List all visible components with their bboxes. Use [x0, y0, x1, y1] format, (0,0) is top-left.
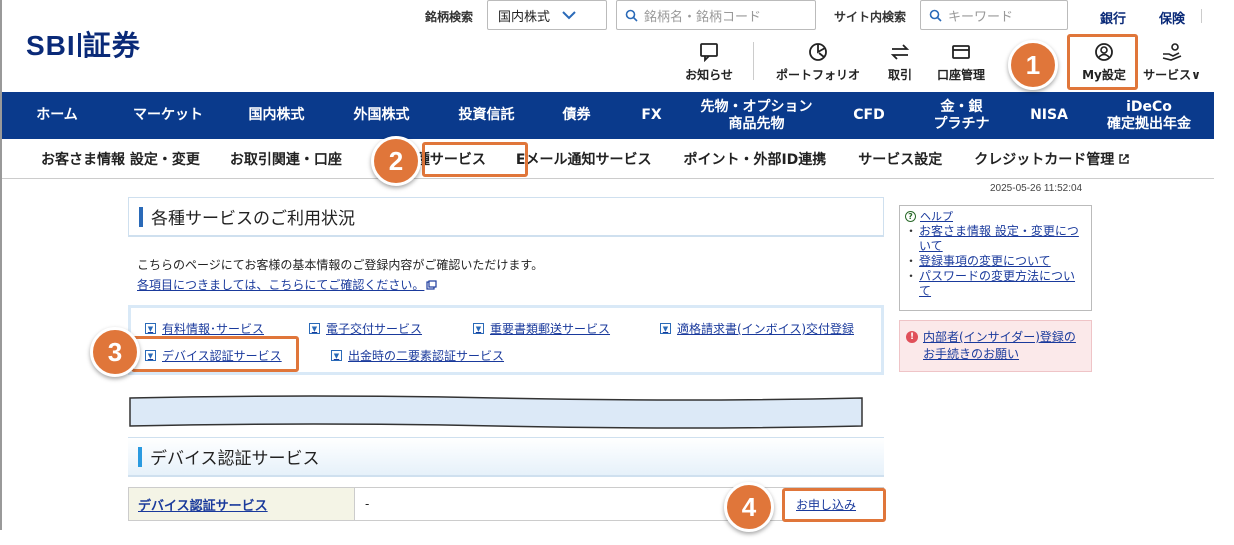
subnav-points-external-id[interactable]: ポイント・外部ID連携 — [683, 149, 826, 169]
section-header: デバイス認証サービス — [128, 437, 884, 477]
service-menu-label: サービス∨ — [1143, 68, 1201, 82]
down-arrow-icon: ▼ — [473, 323, 484, 334]
portfolio-label: ポートフォリオ — [775, 68, 860, 82]
subnav-credit-card[interactable]: クレジットカード管理 — [974, 149, 1130, 169]
nav-ideco[interactable]: iDeCo 確定拠出年金 — [1089, 92, 1209, 139]
chevron-down-icon — [562, 11, 576, 20]
popup-icon — [426, 280, 438, 290]
main-navigation: ホーム マーケット 国内株式 外国株式 投資信託 債券 FX 先物・オプション … — [2, 92, 1214, 139]
nav-foreign-stocks[interactable]: 外国株式 — [329, 92, 434, 139]
highlight-my-settings — [1067, 34, 1138, 90]
help-icon: ? — [905, 211, 916, 222]
portfolio-icon — [809, 43, 827, 61]
device-auth-label[interactable]: デバイス認証サービス — [138, 495, 268, 514]
stock-search-label: 銘柄検索 — [425, 10, 474, 24]
stock-search-input[interactable]: 銘柄名・銘柄コード — [616, 0, 816, 30]
down-arrow-icon: ▼ — [145, 323, 156, 334]
title-bar — [139, 206, 143, 227]
search-icon — [929, 9, 942, 22]
search-icon — [625, 9, 638, 22]
insider-notice[interactable]: ! 内部者(インサイダー)登録のお手続きのお願い — [899, 320, 1092, 372]
notice-button[interactable]: お知らせ — [681, 42, 737, 83]
help-box: ? ヘルプ ・お客さま情報 設定・変更について ・登録事項の変更について ・パスワ… — [899, 205, 1092, 311]
nav-fx[interactable]: FX — [614, 92, 689, 139]
section-bar — [138, 446, 142, 467]
subnav-service-settings[interactable]: サービス設定 — [858, 149, 942, 169]
description-link[interactable]: 各項目につきましては、こちらにてご確認ください。 — [137, 275, 543, 295]
account-label: 口座管理 — [936, 68, 985, 82]
page-title: 各種サービスのご利用状況 — [128, 197, 884, 237]
divider — [1201, 9, 1202, 23]
highlight-apply-link — [782, 488, 886, 522]
device-auth-value: - — [365, 497, 370, 511]
notice-label: お知らせ — [685, 68, 733, 82]
down-arrow-icon: ▼ — [331, 350, 342, 361]
notice-icon — [700, 43, 718, 62]
portfolio-button[interactable]: ポートフォリオ — [770, 42, 866, 83]
subnav-customer-info[interactable]: お客さま情報 設定・変更 — [41, 149, 200, 169]
stock-search-placeholder: 銘柄名・銘柄コード — [644, 9, 762, 25]
down-arrow-icon: ▼ — [660, 323, 671, 334]
service-icon — [1162, 43, 1182, 61]
site-search-placeholder: キーワード — [948, 9, 1014, 25]
help-title[interactable]: ? ヘルプ — [905, 209, 1086, 224]
step-badge-3: 3 — [90, 327, 140, 377]
nav-gold-silver[interactable]: 金・銀 プラチナ — [914, 92, 1009, 139]
subnav-trade-account[interactable]: お取引関連・口座 — [230, 149, 342, 169]
link-document-mail-service[interactable]: ▼ 重要書類郵送サービス — [473, 320, 610, 337]
description-text: こちらのページにてお客様の基本情報のご登録内容がご確認いただけます。 — [137, 258, 544, 272]
page-title-text: 各種サービスのご利用状況 — [151, 209, 355, 229]
highlight-services-tab — [422, 142, 528, 177]
description-link-text: 各項目につきましては、こちらにてご確認ください。 — [137, 278, 425, 292]
link-electronic-delivery[interactable]: ▼ 電子交付サービス — [309, 320, 422, 337]
trade-button[interactable]: 取引 — [880, 42, 920, 83]
table-label-cell: デバイス認証サービス — [129, 488, 355, 520]
insurance-link[interactable]: 保険 — [1159, 8, 1185, 27]
description: こちらのページにてお客様の基本情報のご登録内容がご確認いただけます。 各項目につ… — [137, 255, 543, 295]
bank-link[interactable]: 銀行 — [1100, 8, 1126, 27]
account-icon — [952, 45, 970, 59]
step-badge-1: 1 — [1008, 40, 1058, 90]
link-withdrawal-2fa[interactable]: ▼ 出金時の二要素認証サービス — [331, 347, 504, 364]
nav-nisa[interactable]: NISA — [1009, 92, 1089, 139]
sub-navigation: お客さま情報 設定・変更 お取引関連・口座 各種サービス Eメール通知サービス … — [2, 139, 1214, 179]
alert-icon: ! — [906, 331, 918, 343]
subnav-credit-card-label: クレジットカード管理 — [974, 151, 1115, 168]
insider-notice-text: 内部者(インサイダー)登録のお手続きのお願い — [923, 330, 1076, 361]
step-badge-2: 2 — [371, 136, 421, 186]
nav-domestic-stocks[interactable]: 国内株式 — [224, 92, 329, 139]
nav-bonds[interactable]: 債券 — [539, 92, 614, 139]
site-search-label: サイト内検索 — [834, 10, 907, 24]
link-paid-info-service[interactable]: ▼ 有料情報･サービス — [145, 320, 264, 337]
down-arrow-icon: ▼ — [309, 323, 320, 334]
nav-futures-options[interactable]: 先物・オプション 商品先物 — [689, 92, 824, 139]
divider — [753, 42, 754, 80]
nav-mutual-funds[interactable]: 投資信託 — [434, 92, 539, 139]
subnav-email-notice[interactable]: Eメール通知サービス — [516, 149, 652, 169]
market-select-value: 国内株式 — [498, 9, 551, 25]
step-badge-4: 4 — [724, 482, 774, 532]
market-select[interactable]: 国内株式 — [487, 0, 607, 30]
sbi-logo[interactable]: SBI 証券 — [26, 24, 141, 64]
nav-market[interactable]: マーケット — [112, 92, 224, 139]
section-title: デバイス認証サービス — [150, 449, 320, 469]
redacted-area — [129, 395, 863, 429]
timestamp: 2025-05-26 11:52:04 — [990, 183, 1083, 194]
nav-home[interactable]: ホーム — [2, 92, 112, 139]
link-invoice-registration[interactable]: ▼ 適格請求書(インボイス)交付登録 — [660, 320, 854, 337]
help-item[interactable]: ・登録事項の変更について — [905, 254, 1086, 269]
site-search-input[interactable]: キーワード — [920, 0, 1068, 30]
account-button[interactable]: 口座管理 — [930, 42, 992, 83]
nav-cfd[interactable]: CFD — [824, 92, 914, 139]
help-item[interactable]: ・パスワードの変更方法について — [905, 269, 1086, 299]
trade-label: 取引 — [887, 68, 912, 82]
trade-icon — [890, 44, 910, 60]
external-link-icon — [1119, 153, 1129, 164]
service-menu-button[interactable]: サービス∨ — [1136, 42, 1208, 83]
highlight-device-auth-link — [131, 336, 299, 372]
left-border — [0, 0, 2, 530]
help-item[interactable]: ・お客さま情報 設定・変更について — [905, 224, 1086, 254]
